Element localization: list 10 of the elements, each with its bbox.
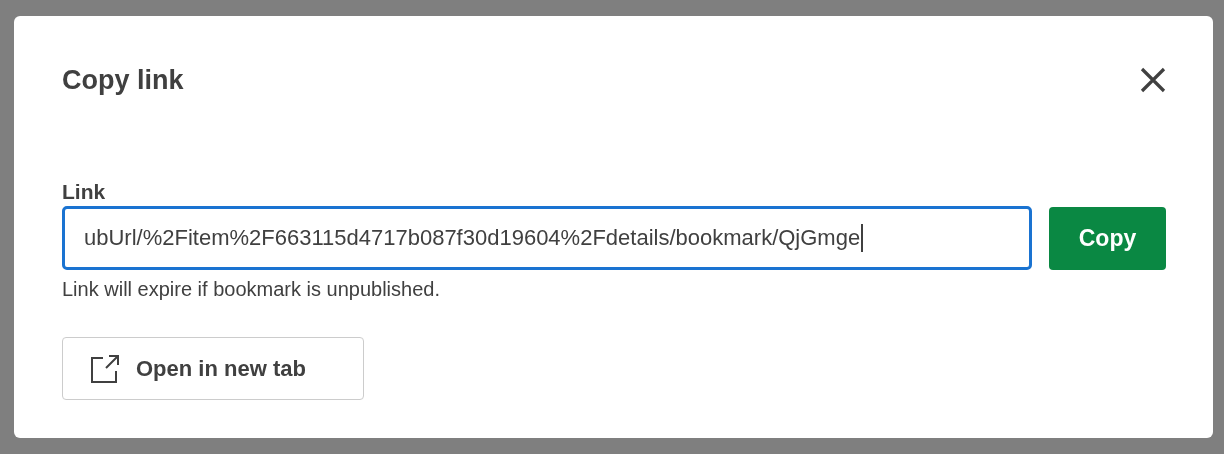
open-in-new-tab-button[interactable]: Open in new tab	[62, 337, 364, 400]
close-icon	[1140, 67, 1166, 93]
helper-text: Link will expire if bookmark is unpublished.	[62, 278, 441, 301]
close-button[interactable]	[1140, 67, 1166, 93]
text-caret	[861, 224, 864, 252]
copy-button[interactable]: Copy	[1049, 206, 1166, 270]
field-label: Link	[62, 180, 107, 204]
link-field[interactable]: ubUrl/%2Fitem%2F663115d4717b087f30d19604%2Fdetails/bookmark/QjGmge	[62, 206, 1032, 270]
external-link-icon	[90, 353, 120, 384]
dialog-title: Copy link	[62, 64, 184, 96]
